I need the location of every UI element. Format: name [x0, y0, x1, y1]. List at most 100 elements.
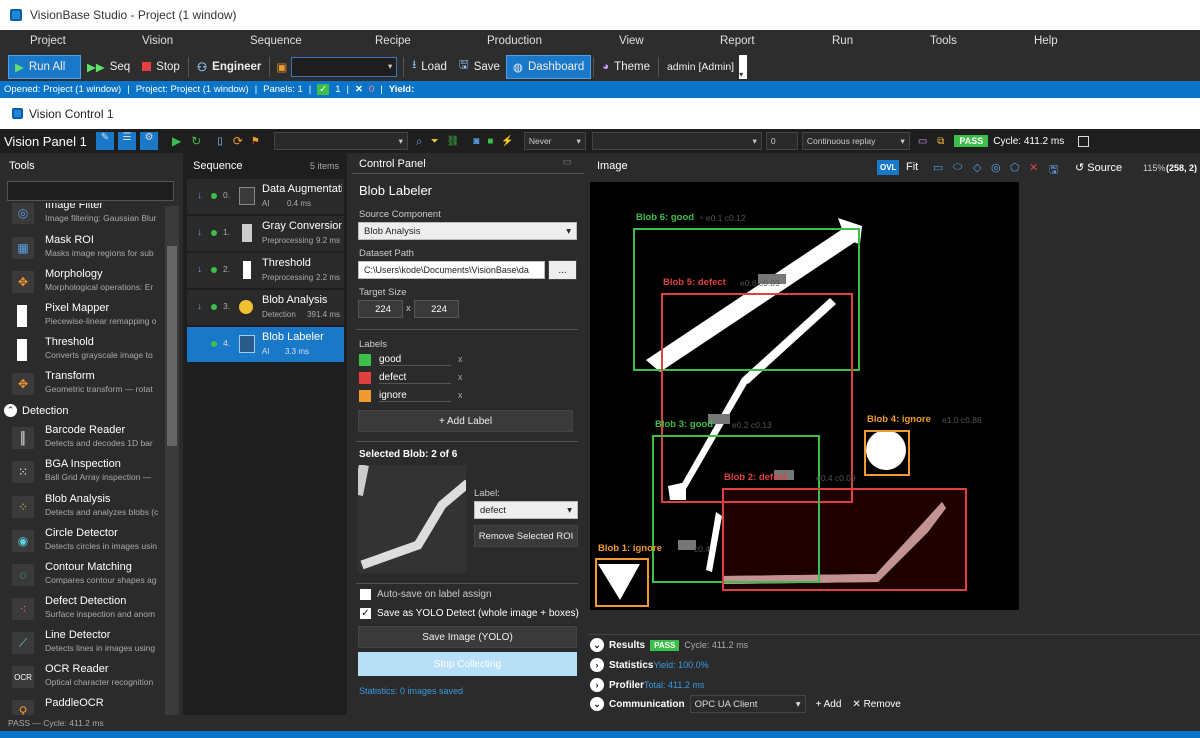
menu-production[interactable]: Production — [487, 35, 542, 47]
autosave-checkbox[interactable]: Auto-save on label assign — [360, 589, 492, 600]
ellipse-tool-icon[interactable]: ⬭ — [953, 161, 962, 174]
blob-4-box[interactable] — [864, 430, 910, 476]
stop-button[interactable]: Stop — [136, 55, 186, 79]
load-button[interactable]: ⭳ Load — [406, 55, 453, 79]
list-icon[interactable]: ☰ — [118, 132, 136, 150]
checkbox-icon[interactable] — [1078, 135, 1090, 147]
remove-label-good[interactable]: x — [458, 354, 463, 364]
tools-scrollbar[interactable] — [165, 206, 179, 715]
label-row-ignore[interactable]: ignore x — [359, 389, 574, 405]
stop-collecting-button[interactable]: Stop Collecting — [358, 652, 577, 676]
tool-circle-detector[interactable]: ◉ Circle Detector Detects circles in ima… — [0, 524, 165, 558]
trigger-combo[interactable]: Never ▾ — [523, 132, 586, 150]
polygon-tool-icon[interactable]: ⬠ — [1010, 161, 1020, 174]
settings-icon[interactable]: ⚙ — [140, 132, 158, 150]
blob-1-box[interactable] — [595, 558, 649, 607]
window-restore-icon[interactable]: ▭ — [563, 157, 572, 168]
run-all-button[interactable]: ▶ Run All — [8, 54, 81, 79]
run-icon[interactable]: ▶ — [172, 134, 181, 148]
link-icon[interactable]: ⛓ — [447, 136, 460, 147]
blob-label-select[interactable]: defect ▾ — [474, 501, 578, 519]
save-overlay-icon[interactable]: 🖫 — [1049, 161, 1058, 180]
sequence-item-gray-conversion[interactable]: ↓ 1. Gray Conversion Preprocessing 9.2 m… — [187, 216, 344, 251]
video-icon[interactable]: ■ — [487, 136, 493, 147]
dataset-path-input[interactable]: C:\Users\kode\Documents\VisionBase\da — [358, 261, 545, 279]
communication-section[interactable]: ⌄ Communication OPC UA Client ▾ + Add ✕ R… — [590, 694, 901, 714]
communication-select[interactable]: OPC UA Client ▾ — [689, 695, 806, 713]
value-field[interactable]: 0 — [765, 132, 798, 150]
menu-view[interactable]: View — [619, 35, 644, 47]
sequence-item-threshold[interactable]: ↓ 2. Threshold Preprocessing 2.2 ms — [187, 253, 344, 288]
label-row-good[interactable]: good x — [359, 353, 574, 369]
edit-icon[interactable]: ✎ — [96, 132, 114, 150]
source-select[interactable]: Blob Analysis ▾ — [358, 222, 577, 240]
tool-contour-matching[interactable]: ◌ Contour Matching Compares contour shap… — [0, 558, 165, 592]
recipe-combo[interactable]: ▾ — [291, 56, 398, 77]
save-image-yolo-button[interactable]: Save Image (YOLO) — [358, 626, 577, 648]
book-icon[interactable]: ▯ — [217, 136, 223, 147]
save-button[interactable]: 🖫 Save — [453, 55, 506, 79]
menu-report[interactable]: Report — [720, 35, 755, 47]
tool-morphology[interactable]: ✥ Morphology Morphological operations: E… — [0, 265, 165, 299]
source-button[interactable]: ↺ Source — [1075, 161, 1122, 174]
add-label-button[interactable]: + Add Label — [358, 410, 573, 432]
tool-mask-roi[interactable]: ▦ Mask ROI Masks image regions for sub — [0, 231, 165, 265]
tool-pixel-mapper[interactable]: Pixel Mapper Piecewise-linear remapping … — [0, 299, 165, 333]
tool-defect-detection[interactable]: ⁖ Defect Detection Surface inspection an… — [0, 592, 165, 626]
tools-search-input[interactable] — [7, 181, 174, 201]
window-icon[interactable]: ▭ — [918, 136, 927, 147]
blob-2-box[interactable] — [722, 488, 967, 591]
menu-recipe[interactable]: Recipe — [375, 35, 411, 47]
tool-paddleocr[interactable]: ⚲ PaddleOCR — [0, 694, 165, 715]
remove-label-ignore[interactable]: x — [458, 390, 463, 400]
sequence-item-blob-labeler[interactable]: 4. Blob Labeler AI 3.3 ms — [187, 327, 344, 362]
tool-image-filter[interactable]: ◎ Image Filter Image filtering: Gaussian… — [0, 203, 165, 230]
menu-help[interactable]: Help — [1034, 35, 1058, 47]
sequence-item-data-augmentation[interactable]: ↓ 0. Data Augmentation AI 0.4 ms — [187, 179, 344, 214]
delete-icon[interactable]: ✕ — [1029, 161, 1038, 174]
camera-icon[interactable]: ◙ — [473, 136, 479, 147]
detection-category[interactable]: ⌃ Detection — [4, 404, 68, 417]
replay-combo[interactable]: Continuous replay ▾ — [801, 132, 910, 150]
profiler-section[interactable]: › Profiler Total: 411.2 ms — [590, 675, 704, 695]
overlay-toggle[interactable]: OVL — [877, 160, 900, 175]
remove-communication-button[interactable]: ✕ Remove — [852, 699, 900, 710]
target-width-input[interactable]: 224 — [358, 300, 403, 318]
menu-project[interactable]: Project — [30, 35, 66, 47]
flag-icon[interactable]: ⚑ — [251, 136, 260, 147]
diamond-tool-icon[interactable]: ◇ — [973, 161, 981, 174]
tool-line-detector[interactable]: ⟋ Line Detector Detects lines in images … — [0, 626, 165, 660]
tool-bga-inspection[interactable]: ⁙ BGA Inspection Ball Grid Array inspect… — [0, 455, 165, 489]
filter-icon[interactable]: ⏷ — [431, 136, 439, 147]
tab-vision-control[interactable]: Vision Control 1 — [29, 107, 114, 121]
menu-vision[interactable]: Vision — [142, 35, 173, 47]
tool-threshold[interactable]: Threshold Converts grayscale image to — [0, 333, 165, 367]
remove-label-defect[interactable]: x — [458, 372, 463, 382]
sync-icon[interactable]: ⟳ — [233, 134, 243, 148]
loop-icon[interactable]: ↻ — [191, 134, 201, 148]
menu-sequence[interactable]: Sequence — [250, 35, 302, 47]
tool-transform[interactable]: ✥ Transform Geometric transform — rotat — [0, 367, 165, 401]
menu-run[interactable]: Run — [832, 35, 853, 47]
tool-ocr-reader[interactable]: OCR OCR Reader Optical character recogni… — [0, 660, 165, 694]
remove-selected-roi-button[interactable]: Remove Selected ROI — [474, 525, 578, 547]
label-row-defect[interactable]: defect x — [359, 371, 574, 387]
target-height-input[interactable]: 224 — [414, 300, 459, 318]
dashboard-button[interactable]: ◍ Dashboard — [505, 54, 592, 79]
search-icon[interactable]: ⌕ — [416, 134, 423, 149]
camera-settings-icon[interactable]: ⧉ — [937, 136, 944, 147]
seq-button[interactable]: ▶▶ Seq — [81, 55, 136, 79]
menu-tools[interactable]: Tools — [930, 35, 957, 47]
lightning-icon[interactable]: ⚡ — [501, 136, 513, 147]
circle-tool-icon[interactable]: ◎ — [991, 161, 1001, 174]
engineer-button[interactable]: ⚇ Engineer — [191, 55, 268, 79]
fit-button[interactable]: Fit — [906, 161, 918, 173]
browse-button[interactable]: ... — [548, 260, 577, 280]
image-canvas[interactable]: Blob 6: good ⁶ e0.1 c0.12 Blob 5: defect… — [590, 182, 1019, 610]
sequence-item-blob-analysis[interactable]: ↓ 3. Blob Analysis Detection 391.4 ms — [187, 290, 344, 325]
statistics-section[interactable]: › Statistics Yield: 100.0% — [590, 655, 709, 675]
add-communication-button[interactable]: + Add — [816, 699, 842, 710]
tool-blob-analysis[interactable]: ⁘ Blob Analysis Detects and analyzes blo… — [0, 490, 165, 524]
panel-combo[interactable]: ▾ — [273, 132, 408, 150]
results-section[interactable]: ⌄ Results PASS Cycle: 411.2 ms — [590, 635, 748, 655]
